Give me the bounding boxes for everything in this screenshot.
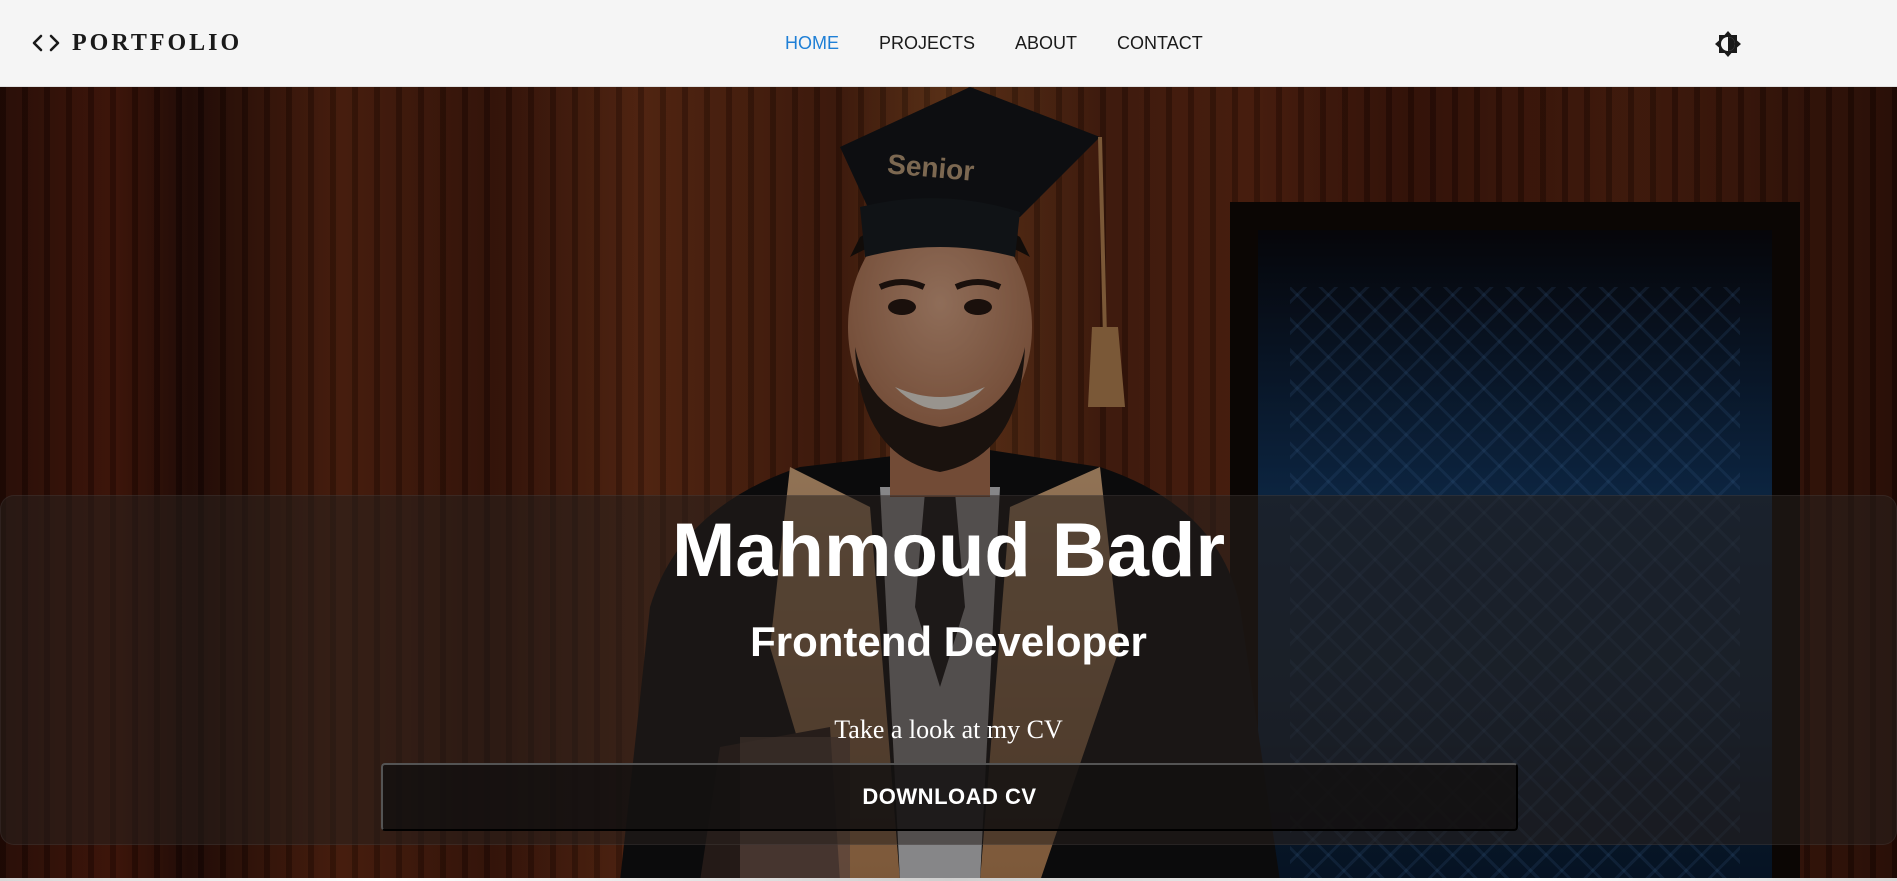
brightness-icon xyxy=(1715,31,1741,57)
nav-link-about[interactable]: ABOUT xyxy=(1015,32,1077,54)
hero-name: Mahmoud Badr xyxy=(671,508,1226,593)
navbar: PORTFOLIO HOME PROJECTS ABOUT CONTACT xyxy=(0,0,1897,87)
nav-link-home[interactable]: HOME xyxy=(785,32,839,54)
nav-link-projects[interactable]: PROJECTS xyxy=(879,32,975,54)
main-nav: HOME PROJECTS ABOUT CONTACT xyxy=(785,32,1243,54)
nav-link-contact[interactable]: CONTACT xyxy=(1117,32,1203,54)
brand-logo[interactable]: PORTFOLIO xyxy=(32,28,242,58)
cv-prompt: Take a look at my CV xyxy=(834,715,1063,744)
theme-toggle-button[interactable] xyxy=(1714,30,1742,58)
brand-title: PORTFOLIO xyxy=(72,29,243,56)
download-cv-button[interactable]: DOWNLOAD CV xyxy=(381,763,1518,831)
hero-role: Frontend Developer xyxy=(750,618,1147,665)
code-brackets-icon xyxy=(32,33,60,53)
